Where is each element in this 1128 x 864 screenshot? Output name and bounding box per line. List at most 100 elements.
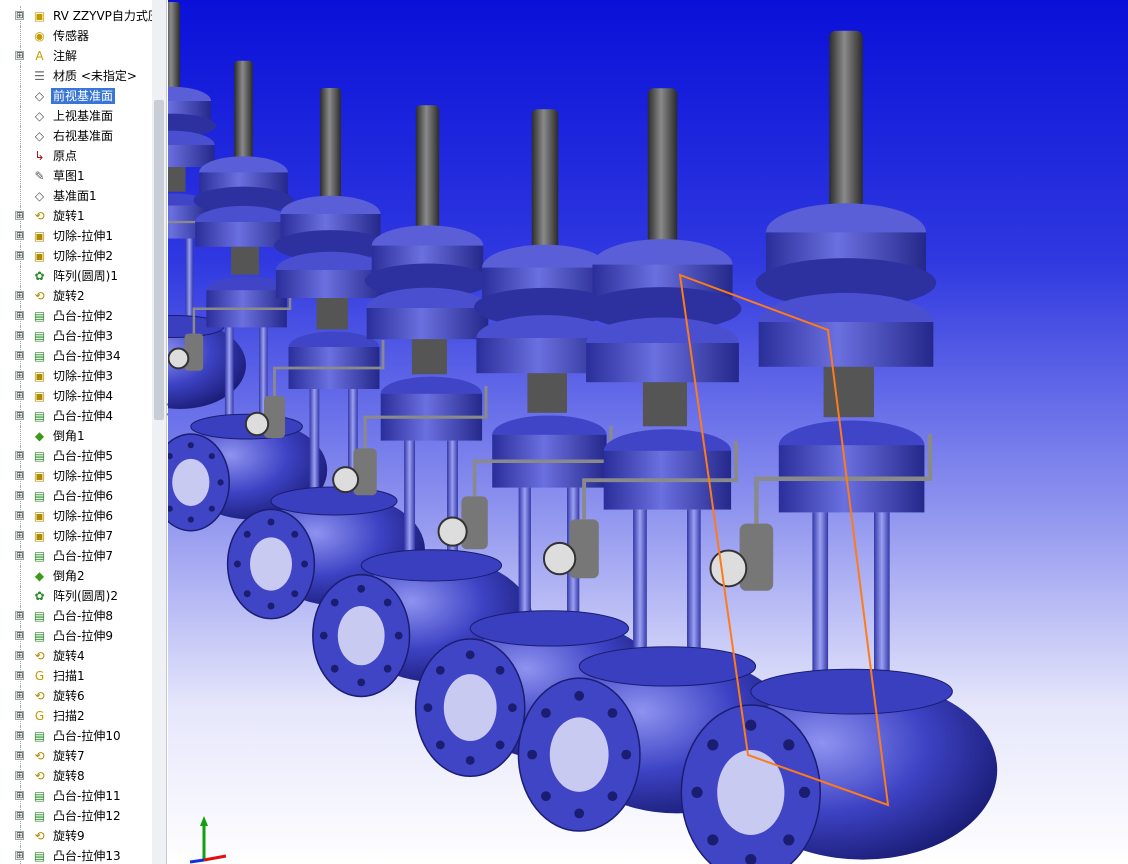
expand-icon[interactable]: ⊞ (15, 791, 24, 801)
tree-item[interactable]: ⊞ ▤ 凸台-拉伸2 (0, 306, 152, 326)
tree-item-label: 凸台-拉伸10 (53, 729, 121, 743)
tree-item[interactable]: ⊞ ⟲ 旋转7 (0, 746, 152, 766)
feature-manager-tree[interactable]: ⊞ ▣ RV ZZYVP自力式压 ◉ 传感器 ⊞ A 注解 ☰ 材质 <未指定> ◇ 前视基准面 ◇ 上视… (0, 0, 153, 864)
tree-item[interactable]: ◇ 前视基准面 (0, 86, 152, 106)
tree-item-label: 凸台-拉伸8 (53, 609, 113, 623)
tree-item[interactable]: ⊞ ▣ 切除-拉伸4 (0, 386, 152, 406)
tree-item[interactable]: ⊞ ▣ RV ZZYVP自力式压 (0, 6, 152, 26)
expand-icon[interactable]: ⊞ (15, 311, 24, 321)
tree-item[interactable]: ⊞ ⟲ 旋转6 (0, 686, 152, 706)
tree-item[interactable]: ⊞ ▣ 切除-拉伸5 (0, 466, 152, 486)
tree-item-label: 倒角2 (53, 569, 85, 583)
boss-extrude-icon: ▤ (33, 729, 46, 743)
valve-unit[interactable] (312, 105, 533, 698)
tree-item[interactable]: ⊞ ▤ 凸台-拉伸9 (0, 626, 152, 646)
tree-item[interactable]: ⊞ ▣ 切除-拉伸2 (0, 246, 152, 266)
cut-extrude-icon: ▣ (33, 369, 46, 383)
expand-icon[interactable]: ⊞ (15, 771, 24, 781)
expand-icon[interactable]: ⊞ (15, 691, 24, 701)
expand-icon[interactable]: ⊞ (15, 211, 24, 221)
expand-icon[interactable]: ⊞ (15, 331, 24, 341)
valve-assembly-model[interactable] (168, 0, 1128, 864)
tree-item[interactable]: ⊞ ▤ 凸台-拉伸34 (0, 346, 152, 366)
expand-icon[interactable]: ⊞ (15, 231, 24, 241)
tree-item[interactable]: ⊞ ⟲ 旋转2 (0, 286, 152, 306)
graphics-viewport[interactable] (168, 0, 1128, 864)
chamfer-icon: ◆ (34, 569, 45, 583)
tree-item[interactable]: ⊞ ▣ 切除-拉伸6 (0, 506, 152, 526)
expand-icon[interactable]: ⊞ (15, 51, 24, 61)
tree-item[interactable]: ◆ 倒角2 (0, 566, 152, 586)
expand-icon[interactable]: ⊞ (15, 811, 24, 821)
expand-icon[interactable]: ⊞ (15, 411, 24, 421)
tree-item[interactable]: ☰ 材质 <未指定> (0, 66, 152, 86)
tree-item[interactable]: ⊞ ⟲ 旋转9 (0, 826, 152, 846)
tree-guide-line (20, 146, 21, 166)
expand-icon[interactable]: ⊞ (15, 831, 24, 841)
expand-icon[interactable]: ⊞ (15, 491, 24, 501)
expand-icon[interactable]: ⊞ (15, 251, 24, 261)
tree-item[interactable]: ✿ 阵列(圆周)2 (0, 586, 152, 606)
tree-item-label: 阵列(圆周)1 (53, 269, 118, 283)
tree-item[interactable]: ⊞ ▤ 凸台-拉伸3 (0, 326, 152, 346)
expand-icon[interactable]: ⊞ (15, 631, 24, 641)
expand-icon[interactable]: ⊞ (15, 711, 24, 721)
expand-icon[interactable]: ⊞ (15, 471, 24, 481)
tree-item[interactable]: ⊞ ▤ 凸台-拉伸13 (0, 846, 152, 864)
tree-item[interactable]: ↳ 原点 (0, 146, 152, 166)
sweep-icon: G (34, 709, 45, 723)
tree-guide-line (20, 586, 21, 606)
tree-item[interactable]: ⊞ ⟲ 旋转4 (0, 646, 152, 666)
expand-icon[interactable]: ⊞ (15, 371, 24, 381)
expand-icon[interactable]: ⊞ (15, 851, 24, 861)
expand-icon[interactable]: ⊞ (15, 611, 24, 621)
expand-icon[interactable]: ⊞ (15, 751, 24, 761)
expand-icon[interactable]: ⊞ (15, 511, 24, 521)
tree-item[interactable]: ⊞ ▣ 切除-拉伸1 (0, 226, 152, 246)
expand-icon[interactable]: ⊞ (15, 391, 24, 401)
tree-item[interactable]: ⊞ G 扫描1 (0, 666, 152, 686)
tree-item-label: 材质 <未指定> (53, 69, 137, 83)
tree-item[interactable]: ✿ 阵列(圆周)1 (0, 266, 152, 286)
tree-item[interactable]: ⊞ ▣ 切除-拉伸3 (0, 366, 152, 386)
tree-item[interactable]: ⊞ ▤ 凸台-拉伸10 (0, 726, 152, 746)
tree-item[interactable]: ⊞ ▤ 凸台-拉伸11 (0, 786, 152, 806)
scrollbar-thumb[interactable] (154, 100, 164, 420)
expand-icon[interactable]: ⊞ (15, 731, 24, 741)
sketch-icon: ✎ (34, 169, 45, 183)
tree-item[interactable]: ⊞ G 扫描2 (0, 706, 152, 726)
expand-icon[interactable]: ⊞ (15, 351, 24, 361)
tree-item[interactable]: ⊞ ▤ 凸台-拉伸5 (0, 446, 152, 466)
boss-extrude-icon: ▤ (33, 809, 46, 823)
tree-item[interactable]: ⊞ ▤ 凸台-拉伸8 (0, 606, 152, 626)
tree-item[interactable]: ⊞ ⟲ 旋转1 (0, 206, 152, 226)
revolve-icon: ⟲ (34, 689, 45, 703)
expand-icon[interactable]: ⊞ (15, 671, 24, 681)
tree-scrollbar[interactable] (152, 0, 167, 864)
expand-icon[interactable]: ⊞ (15, 651, 24, 661)
expand-icon[interactable]: ⊞ (15, 451, 24, 461)
tree-item[interactable]: ⊞ A 注解 (0, 46, 152, 66)
expand-icon[interactable]: ⊞ (15, 551, 24, 561)
expand-icon[interactable]: ⊞ (15, 291, 24, 301)
tree-item[interactable]: ⊞ ▤ 凸台-拉伸6 (0, 486, 152, 506)
tree-item-label: 凸台-拉伸3 (53, 329, 113, 343)
tree-item[interactable]: ⊞ ▤ 凸台-拉伸7 (0, 546, 152, 566)
tree-item[interactable]: ◇ 右视基准面 (0, 126, 152, 146)
expand-icon[interactable]: ⊞ (15, 531, 24, 541)
tree-item[interactable]: ◇ 基准面1 (0, 186, 152, 206)
tree-item[interactable]: ⊞ ▤ 凸台-拉伸4 (0, 406, 152, 426)
tree-item-label: 旋转7 (53, 749, 85, 763)
plane-icon: ◇ (34, 129, 45, 143)
tree-item[interactable]: ◇ 上视基准面 (0, 106, 152, 126)
tree-item-label: 原点 (53, 149, 78, 163)
tree-item[interactable]: ⊞ ▣ 切除-拉伸7 (0, 526, 152, 546)
tree-item[interactable]: ✎ 草图1 (0, 166, 152, 186)
tree-item[interactable]: ◉ 传感器 (0, 26, 152, 46)
tree-item[interactable]: ⊞ ▤ 凸台-拉伸12 (0, 806, 152, 826)
tree-guide-line (20, 106, 21, 126)
tree-item-label: 旋转2 (53, 289, 85, 303)
tree-item[interactable]: ⊞ ⟲ 旋转8 (0, 766, 152, 786)
expand-icon[interactable]: ⊞ (15, 11, 24, 21)
tree-item[interactable]: ◆ 倒角1 (0, 426, 152, 446)
